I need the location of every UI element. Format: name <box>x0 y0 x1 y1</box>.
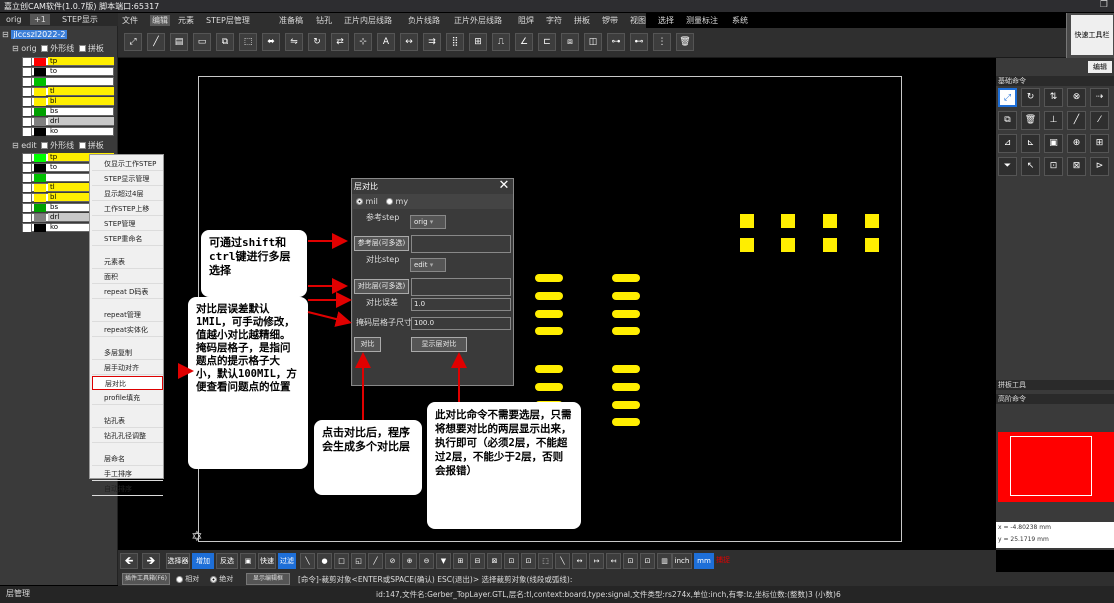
status-bar: 层管理 id:147,文件名:Gerber_TopLayer.GTL,层名:tl… <box>0 586 1114 603</box>
command-icon[interactable]: ╱ <box>1067 111 1086 130</box>
fast-button[interactable]: 快速 <box>258 553 276 569</box>
command-icon[interactable]: ⊿ <box>998 134 1017 153</box>
tool-icon[interactable]: ↦ <box>589 553 604 569</box>
tool-icon[interactable]: ⊞ <box>453 553 468 569</box>
command-icon[interactable]: ⊥ <box>1044 111 1063 130</box>
command-prompt: [命令]-裁剪对象<ENTER或SPACE(确认) ESC(退出)> 选择裁剪对… <box>298 575 573 584</box>
coord-y: y = 25.1719 mm <box>998 536 1049 543</box>
tool-icon[interactable]: ↤ <box>606 553 621 569</box>
inch-button[interactable]: inch <box>672 553 692 569</box>
command-icon[interactable]: ⏷ <box>998 157 1017 176</box>
command-icon[interactable]: ↖ <box>1021 157 1040 176</box>
tool-icon[interactable]: ↔ <box>572 553 587 569</box>
selector-button[interactable]: 选择器 <box>166 553 190 569</box>
tool-icon[interactable]: ╱ <box>368 553 383 569</box>
tool-icon[interactable]: ⊕ <box>402 553 417 569</box>
layer-manager-tab[interactable]: 层管理 <box>6 588 30 599</box>
advanced-commands-title: 高阶命令 <box>996 394 1114 404</box>
radio-on-icon[interactable] <box>210 575 217 583</box>
absolute-label: 绝对 <box>219 575 234 583</box>
radio-off-icon[interactable] <box>176 575 183 583</box>
tool-icon[interactable]: ╲ <box>300 553 315 569</box>
tool-icon[interactable]: ⊠ <box>487 553 502 569</box>
tool-icon[interactable]: ⊡ <box>504 553 519 569</box>
tool-icon[interactable]: ⊡ <box>623 553 638 569</box>
filter-button[interactable]: 过滤 <box>278 553 296 569</box>
back-arrow-icon[interactable]: 🡸 <box>120 553 138 569</box>
tool-icon[interactable]: ⬚ <box>538 553 553 569</box>
command-icon[interactable]: ⊠ <box>1067 157 1086 176</box>
basic-commands-title: 基础命令 <box>996 76 1114 86</box>
bottom-toolbar: 🡸 🡺 选择器 增加 反选 ▣ 快速 过滤 inch mm 捕捉 ╲ ● □ ◱ ╱ ⊘ ⊕… <box>118 550 996 572</box>
deselect-button[interactable]: 反选 <box>216 553 238 569</box>
command-icon[interactable]: ⊳ <box>1090 157 1109 176</box>
tool-icon[interactable]: □ <box>334 553 349 569</box>
tool-icon[interactable]: ▥ <box>657 553 672 569</box>
tool-icon[interactable]: ⊡ <box>521 553 536 569</box>
tool-icon[interactable]: ⊘ <box>385 553 400 569</box>
command-icon[interactable]: ↻ <box>1021 88 1040 107</box>
relative-label: 相对 <box>185 575 200 583</box>
command-icon[interactable]: ⊕ <box>1067 134 1086 153</box>
command-icon[interactable]: ⊾ <box>1021 134 1040 153</box>
command-icon[interactable]: ⊗ <box>1067 88 1086 107</box>
command-icon[interactable]: ⊡ <box>1044 157 1063 176</box>
snap-label: 捕捉 <box>716 556 730 564</box>
absolute-radio[interactable]: 绝对 <box>210 574 233 584</box>
forward-arrow-icon[interactable]: 🡺 <box>142 553 160 569</box>
tool-icon[interactable]: ● <box>317 553 332 569</box>
status-info: id:147,文件名:Gerber_TopLayer.GTL,层名:tl,con… <box>376 590 841 599</box>
preview-area <box>998 432 1114 502</box>
tool-icon[interactable]: ⊡ <box>640 553 655 569</box>
coordinate-panel: x = -4.80238 mm y = 25.1719 mm <box>996 522 1114 548</box>
right-panel: 编辑 基础命令 ⤢ ↻ ⇅ ⊗ ⇢ ⧉ 🗑 ⊥ ╱ ⁄ ⊿ ⊾ ▣ ⊕ ⊞ ⏷ ↖ ⊡ ⊠ ⊳ 拼板工具 高阶命令 x… <box>996 58 1114 550</box>
command-icon[interactable]: ⇅ <box>1044 88 1063 107</box>
command-icon[interactable]: ▣ <box>1044 134 1063 153</box>
preview-frame <box>1010 436 1092 496</box>
plugin-toolbox-button[interactable]: 插件工具箱(F6) <box>122 573 170 585</box>
layer-icon[interactable]: ▣ <box>240 553 256 569</box>
relative-radio[interactable]: 相对 <box>176 574 199 584</box>
command-icon[interactable]: 🗑 <box>1021 111 1040 130</box>
basic-commands-grid: ⤢ ↻ ⇅ ⊗ ⇢ ⧉ 🗑 ⊥ ╱ ⁄ ⊿ ⊾ ▣ ⊕ ⊞ ⏷ ↖ ⊡ ⊠ ⊳ <box>998 88 1112 204</box>
tool-icon[interactable]: ⊖ <box>419 553 434 569</box>
command-bar: 插件工具箱(F6) 相对 绝对 显示编辑框 [命令]-裁剪对象<ENTER或SP… <box>118 572 1114 586</box>
panel-tools-title: 拼板工具 <box>996 380 1114 390</box>
coord-x: x = -4.80238 mm <box>998 524 1051 531</box>
mm-button[interactable]: mm <box>694 553 714 569</box>
edit-button[interactable]: 编辑 <box>1088 61 1112 73</box>
command-icon[interactable]: ⁄ <box>1090 111 1109 130</box>
arrow <box>307 311 352 327</box>
command-icon[interactable]: ⤢ <box>998 88 1017 107</box>
tool-icon[interactable]: ▼ <box>436 553 451 569</box>
command-icon[interactable]: ⇢ <box>1090 88 1109 107</box>
tool-icon[interactable]: ◱ <box>351 553 366 569</box>
tool-icon[interactable]: ⊟ <box>470 553 485 569</box>
show-edit-box-button[interactable]: 显示编辑框 <box>246 573 290 585</box>
command-icon[interactable]: ⊞ <box>1090 134 1109 153</box>
tool-icon[interactable]: ╲ <box>555 553 570 569</box>
add-button[interactable]: 增加 <box>192 553 214 569</box>
command-icon[interactable]: ⧉ <box>998 111 1017 130</box>
annotation-arrows <box>178 233 467 420</box>
